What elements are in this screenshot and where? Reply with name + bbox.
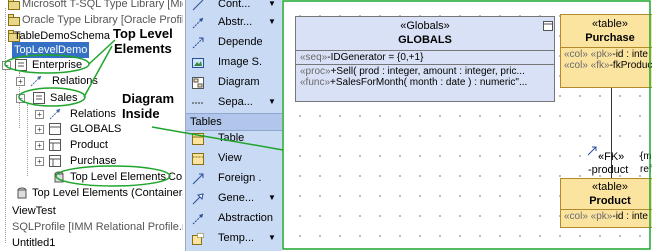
highlight-sales bbox=[18, 87, 86, 107]
diagram-highlight-frame bbox=[282, 0, 651, 250]
highlight-overlay bbox=[4, 0, 651, 250]
highlight-enterprise bbox=[4, 54, 90, 74]
pointer-line bbox=[88, 39, 116, 65]
pointer-line bbox=[83, 45, 113, 98]
pointer-line bbox=[151, 126, 284, 151]
highlight-top-level-elements bbox=[55, 165, 171, 187]
